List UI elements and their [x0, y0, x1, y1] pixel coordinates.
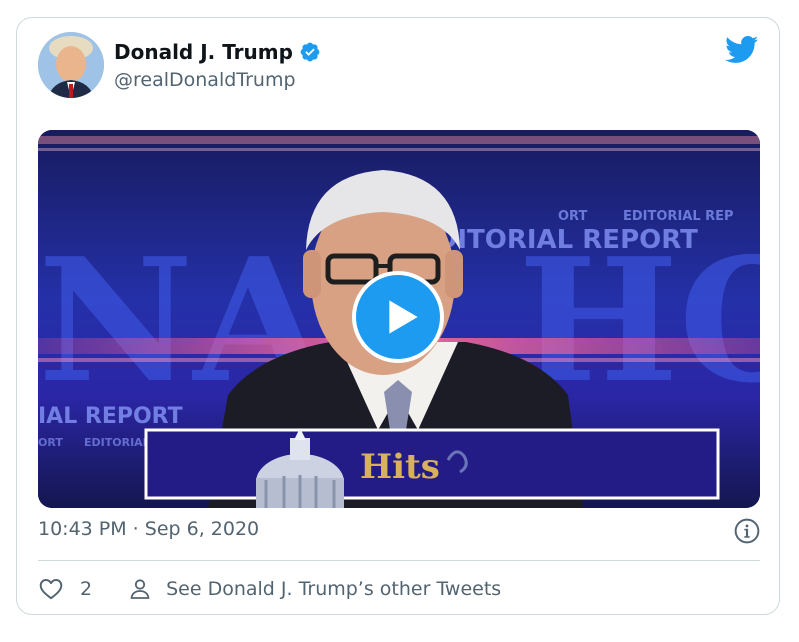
play-button[interactable] — [352, 271, 444, 363]
info-icon[interactable] — [734, 518, 760, 544]
twitter-bird-icon[interactable] — [725, 36, 759, 64]
like-button[interactable]: 2 — [38, 576, 92, 602]
video-text-hits: Hits — [360, 447, 440, 487]
author-handle[interactable]: @realDonaldTrump — [114, 69, 296, 91]
person-icon — [130, 579, 150, 599]
avatar-portrait — [38, 32, 104, 98]
author-avatar[interactable] — [38, 32, 104, 98]
like-count: 2 — [80, 578, 93, 600]
video-text-editorial-bottom: EDITORIAL — [84, 436, 150, 449]
see-other-tweets-link[interactable]: See Donald J. Trump’s other Tweets — [128, 577, 501, 601]
verified-badge-icon — [300, 42, 320, 62]
see-other-tweets-label: See Donald J. Trump’s other Tweets — [166, 578, 502, 600]
heart-icon — [39, 579, 63, 600]
video-text-editorial-rep: EDITORIAL REP — [623, 209, 734, 224]
video-text-ort-bottom: ORT — [38, 436, 63, 449]
video-text-ort-top: ORT — [558, 209, 587, 224]
tweet-timestamp[interactable]: 10:43 PM · Sep 6, 2020 — [38, 518, 259, 540]
video-text-editorial-report: EDITORIAL REPORT — [418, 225, 698, 255]
tweet-card[interactable]: Donald J. Trump @realDonaldTrump NAL HO … — [16, 17, 780, 615]
play-icon — [389, 300, 418, 334]
video-text-ial-report: IAL REPORT — [38, 404, 183, 429]
divider — [38, 560, 760, 561]
author-name[interactable]: Donald J. Trump — [114, 40, 293, 64]
video-player[interactable]: NAL HOU ORT EDITORIAL REP EDITORIAL REPO… — [38, 130, 760, 508]
